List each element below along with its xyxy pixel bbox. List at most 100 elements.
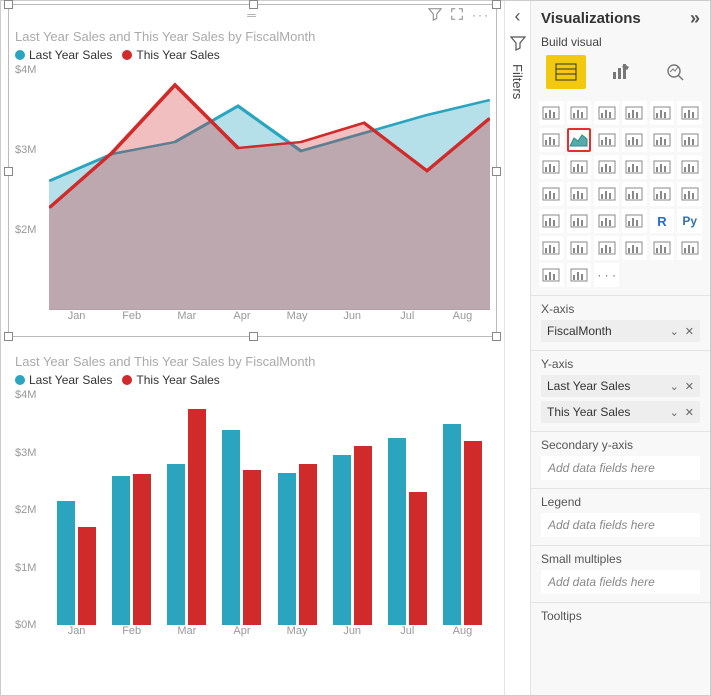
analytics-tab[interactable] <box>655 55 695 89</box>
field-menu-icon[interactable]: ⌄ <box>670 325 679 338</box>
pie-icon[interactable] <box>622 155 647 179</box>
report-canvas[interactable]: ═ ··· Last Year Sales and This Year Sale… <box>1 1 504 695</box>
build-visual-tab[interactable] <box>546 55 586 89</box>
line-stacked-column-icon[interactable] <box>622 128 647 152</box>
legend-field-well[interactable]: Add data fields here <box>541 513 700 537</box>
py-visual-icon[interactable]: Py <box>677 209 702 233</box>
collapse-pane-icon[interactable]: » <box>690 9 700 27</box>
narrative-icon[interactable] <box>622 236 647 260</box>
treemap-icon[interactable] <box>677 155 702 179</box>
bar[interactable] <box>188 409 206 625</box>
plot-area[interactable] <box>49 70 490 310</box>
card-icon[interactable] <box>650 182 675 206</box>
bar-group[interactable] <box>49 395 104 625</box>
bar[interactable] <box>278 473 296 625</box>
bar-group[interactable] <box>159 395 214 625</box>
filled-map-icon[interactable] <box>567 182 592 206</box>
bar-group[interactable] <box>214 395 269 625</box>
expand-pane-icon[interactable]: ‹ <box>515 7 521 25</box>
clustered-bar-icon[interactable] <box>567 101 592 125</box>
resize-handle[interactable] <box>4 332 13 341</box>
bar[interactable] <box>57 501 75 625</box>
bar[interactable] <box>299 464 317 625</box>
funnel-icon[interactable] <box>567 155 592 179</box>
bar[interactable] <box>464 441 482 625</box>
small-multiples-well[interactable]: Add data fields here <box>541 570 700 594</box>
filter-icon[interactable] <box>428 7 442 24</box>
format-visual-tab[interactable] <box>600 55 640 89</box>
filters-pane-collapsed[interactable]: ‹ Filters <box>504 1 530 695</box>
r-visual-icon[interactable]: R <box>650 209 675 233</box>
filters-icon[interactable] <box>510 35 526 54</box>
bar[interactable] <box>443 424 461 625</box>
bar-group[interactable] <box>435 395 490 625</box>
100-stacked-column-icon[interactable] <box>677 101 702 125</box>
drag-handle-icon[interactable]: ═ <box>247 8 258 22</box>
bar[interactable] <box>133 474 151 625</box>
get-more-visuals-icon[interactable] <box>567 263 592 287</box>
stacked-area-icon[interactable] <box>594 128 619 152</box>
bar[interactable] <box>354 446 372 625</box>
yaxis-field-well-1[interactable]: Last Year Sales ⌄✕ <box>541 375 700 397</box>
resize-handle[interactable] <box>249 332 258 341</box>
resize-handle[interactable] <box>4 167 13 176</box>
bar[interactable] <box>388 438 406 625</box>
stacked-column-icon[interactable] <box>650 101 675 125</box>
yaxis-field-well-2[interactable]: This Year Sales ⌄✕ <box>541 401 700 423</box>
line-icon[interactable] <box>539 128 564 152</box>
remove-field-icon[interactable]: ✕ <box>685 325 694 338</box>
line-clustered-column-icon[interactable] <box>650 128 675 152</box>
power-apps-icon[interactable] <box>677 236 702 260</box>
bar-group[interactable] <box>325 395 380 625</box>
azure-map-icon[interactable] <box>594 182 619 206</box>
area-chart-visual[interactable]: ═ ··· Last Year Sales and This Year Sale… <box>9 5 496 336</box>
focus-mode-icon[interactable] <box>450 7 464 24</box>
bar-group[interactable] <box>104 395 159 625</box>
resize-handle[interactable] <box>249 0 258 9</box>
donut-icon[interactable] <box>650 155 675 179</box>
secondary-yaxis-well[interactable]: Add data fields here <box>541 456 700 480</box>
area-icon[interactable] <box>567 128 592 152</box>
bar[interactable] <box>243 470 261 625</box>
key-influencers-icon[interactable] <box>539 236 564 260</box>
bar-group[interactable] <box>380 395 435 625</box>
paginated-icon[interactable] <box>650 236 675 260</box>
decomposition-tree-icon[interactable] <box>567 236 592 260</box>
power-automate-icon[interactable] <box>539 263 564 287</box>
remove-field-icon[interactable]: ✕ <box>685 380 694 393</box>
resize-handle[interactable] <box>4 0 13 9</box>
qa-icon[interactable] <box>594 236 619 260</box>
field-menu-icon[interactable]: ⌄ <box>670 380 679 393</box>
multi-row-card-icon[interactable] <box>677 182 702 206</box>
bar[interactable] <box>222 430 240 626</box>
legend-label-s1: Last Year Sales <box>29 373 112 387</box>
waterfall-icon[interactable] <box>539 155 564 179</box>
bar[interactable] <box>167 464 185 625</box>
more-visuals-icon[interactable]: · · · <box>594 263 619 287</box>
table-icon[interactable] <box>594 209 619 233</box>
resize-handle[interactable] <box>492 167 501 176</box>
clustered-column-icon[interactable] <box>622 101 647 125</box>
gauge-icon[interactable] <box>622 182 647 206</box>
bar[interactable] <box>333 455 351 625</box>
stacked-bar-icon[interactable] <box>539 101 564 125</box>
ribbon-icon[interactable] <box>677 128 702 152</box>
remove-field-icon[interactable]: ✕ <box>685 406 694 419</box>
kpi-icon[interactable] <box>539 209 564 233</box>
more-options-icon[interactable]: ··· <box>472 8 490 22</box>
bar-group[interactable] <box>270 395 325 625</box>
bar[interactable] <box>112 476 130 626</box>
resize-handle[interactable] <box>492 0 501 9</box>
slicer-icon[interactable] <box>567 209 592 233</box>
100-stacked-bar-icon[interactable] <box>594 101 619 125</box>
resize-handle[interactable] <box>492 332 501 341</box>
map-icon[interactable] <box>539 182 564 206</box>
bar[interactable] <box>409 492 427 625</box>
bar-chart-visual[interactable]: Last Year Sales and This Year Sales by F… <box>9 350 496 651</box>
field-menu-icon[interactable]: ⌄ <box>670 406 679 419</box>
matrix-icon[interactable] <box>622 209 647 233</box>
scatter-icon[interactable] <box>594 155 619 179</box>
bar[interactable] <box>78 527 96 625</box>
plot-area[interactable] <box>49 395 490 625</box>
xaxis-field-well[interactable]: FiscalMonth ⌄✕ <box>541 320 700 342</box>
